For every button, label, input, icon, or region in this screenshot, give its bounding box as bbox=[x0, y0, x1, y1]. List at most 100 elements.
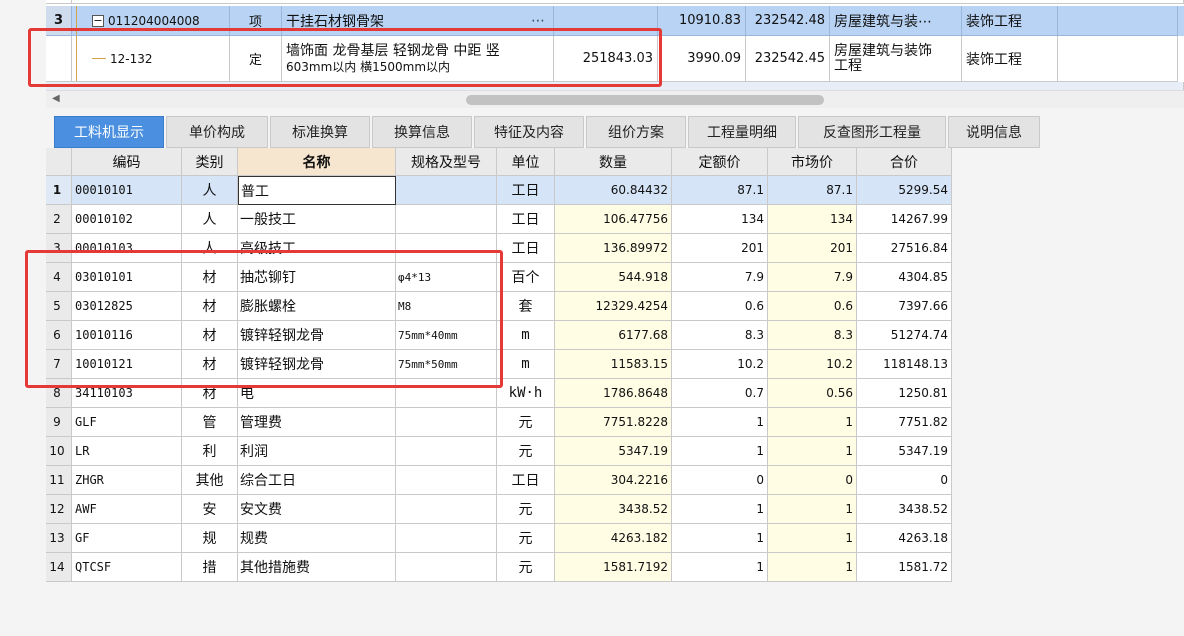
unit-cell[interactable]: 元 bbox=[497, 524, 555, 553]
code-cell[interactable]: 34110103 bbox=[72, 379, 182, 408]
spec-cell[interactable]: φ4*13 bbox=[396, 263, 497, 292]
name-cell[interactable]: 综合工日 bbox=[238, 466, 396, 495]
name-cell[interactable]: 电 bbox=[238, 379, 396, 408]
quantity-cell[interactable]: 136.89972 bbox=[555, 234, 672, 263]
category-cell[interactable]: 材 bbox=[182, 350, 238, 379]
table-row[interactable]: 2 00010102 人一般技工 工日 106.47756 134 134 14267.99 bbox=[46, 205, 952, 234]
header-market-price[interactable]: 市场价 bbox=[768, 148, 857, 176]
market-price-cell[interactable]: 1 bbox=[768, 408, 857, 437]
unit-cell[interactable]: 套 bbox=[497, 292, 555, 321]
code-cell[interactable]: GF bbox=[72, 524, 182, 553]
table-row[interactable]: 14 QTCSF 措其他措施费元 1581.7192 1 1 1581.72 bbox=[46, 553, 952, 582]
quantity-cell[interactable]: 6177.68 bbox=[555, 321, 672, 350]
spec-cell[interactable] bbox=[396, 437, 497, 466]
table-row[interactable]: 6 10010116 材镀锌轻钢龙骨 75mm*40mm m 6177.68 8.3 8.3 5… bbox=[46, 321, 952, 350]
total-cell[interactable]: 1250.81 bbox=[857, 379, 952, 408]
name-cell[interactable]: 膨胀螺栓 bbox=[238, 292, 396, 321]
table-row[interactable]: 3 00010103 人高级技工 工日 136.89972 201 201 27516.84 bbox=[46, 234, 952, 263]
market-price-cell[interactable]: 1 bbox=[768, 553, 857, 582]
market-price-cell[interactable]: 8.3 bbox=[768, 321, 857, 350]
ellipsis-icon[interactable]: ⋯ bbox=[531, 13, 553, 29]
quantity-cell[interactable]: 304.2216 bbox=[555, 466, 672, 495]
category-cell[interactable]: 措 bbox=[182, 553, 238, 582]
category-cell[interactable]: 材 bbox=[182, 292, 238, 321]
category-cell[interactable]: 材 bbox=[182, 379, 238, 408]
name-cell[interactable]: 普工 bbox=[238, 176, 396, 205]
header-unit[interactable]: 单位 bbox=[497, 148, 555, 176]
market-price-cell[interactable]: 10.2 bbox=[768, 350, 857, 379]
quantity-cell[interactable]: 544.918 bbox=[555, 263, 672, 292]
spec-cell[interactable] bbox=[396, 553, 497, 582]
unit-cell[interactable]: 百个 bbox=[497, 263, 555, 292]
code-cell[interactable]: 10010121 bbox=[72, 350, 182, 379]
name-cell[interactable]: 抽芯铆钉 bbox=[238, 263, 396, 292]
category-cell[interactable]: 人 bbox=[182, 205, 238, 234]
horizontal-scrollbar[interactable]: ◀ bbox=[46, 90, 1184, 108]
header-code[interactable]: 编码 bbox=[72, 148, 182, 176]
quantity-cell[interactable]: 12329.4254 bbox=[555, 292, 672, 321]
name-cell[interactable]: 规费 bbox=[238, 524, 396, 553]
name-cell[interactable]: 镀锌轻钢龙骨 bbox=[238, 350, 396, 379]
tab-labor-material-machine[interactable]: 工料机显示 bbox=[54, 116, 164, 148]
quota-price-cell[interactable]: 1 bbox=[672, 408, 768, 437]
category-cell[interactable]: 人 bbox=[182, 176, 238, 205]
code-cell[interactable]: 03010101 bbox=[72, 263, 182, 292]
quota-price-cell[interactable]: 8.3 bbox=[672, 321, 768, 350]
tab-reverse-lookup[interactable]: 反查图形工程量 bbox=[798, 116, 946, 148]
name-cell[interactable]: 安文费 bbox=[238, 495, 396, 524]
header-quota-price[interactable]: 定额价 bbox=[672, 148, 768, 176]
market-price-cell[interactable]: 0.6 bbox=[768, 292, 857, 321]
unit-cell[interactable]: kW·h bbox=[497, 379, 555, 408]
table-row[interactable]: 7 10010121 材镀锌轻钢龙骨 75mm*50mm m 11583.15 10.2 10… bbox=[46, 350, 952, 379]
quantity-cell[interactable]: 106.47756 bbox=[555, 205, 672, 234]
quota-price-cell[interactable]: 1 bbox=[672, 437, 768, 466]
table-row[interactable]: 10 LR 利利润元 5347.19 1 1 5347.19 bbox=[46, 437, 952, 466]
unit-cell[interactable]: 工日 bbox=[497, 466, 555, 495]
code-cell[interactable]: 00010102 bbox=[72, 205, 182, 234]
spec-cell[interactable]: 75mm*40mm bbox=[396, 321, 497, 350]
category-cell[interactable]: 规 bbox=[182, 524, 238, 553]
table-row[interactable]: 11 ZHGR 其他 综合工日 工日 304.2216 0 0 0 bbox=[46, 466, 952, 495]
total-cell[interactable]: 118148.13 bbox=[857, 350, 952, 379]
code-cell[interactable]: GLF bbox=[72, 408, 182, 437]
total-cell[interactable]: 27516.84 bbox=[857, 234, 952, 263]
code-cell[interactable]: LR bbox=[72, 437, 182, 466]
table-row[interactable]: 5 03012825 材膨胀螺栓 M8 套 12329.4254 0.6 0.6 7397.66 bbox=[46, 292, 952, 321]
quota-price-cell[interactable]: 0.7 bbox=[672, 379, 768, 408]
header-total[interactable]: 合价 bbox=[857, 148, 952, 176]
category-cell[interactable]: 利 bbox=[182, 437, 238, 466]
header-name[interactable]: 名称 bbox=[238, 148, 396, 176]
unit-cell[interactable]: 工日 bbox=[497, 234, 555, 263]
unit-cell[interactable]: 元 bbox=[497, 495, 555, 524]
unit-cell[interactable]: 元 bbox=[497, 553, 555, 582]
tab-unit-price-composition[interactable]: 单价构成 bbox=[166, 116, 268, 148]
table-row[interactable]: 1 00010101 人普工 工日 60.84432 87.1 87.1 5299.54 bbox=[46, 176, 952, 205]
spec-cell[interactable] bbox=[396, 466, 497, 495]
tab-standard-conversion[interactable]: 标准换算 bbox=[270, 116, 370, 148]
spec-cell[interactable] bbox=[396, 379, 497, 408]
market-price-cell[interactable]: 1 bbox=[768, 524, 857, 553]
tab-description[interactable]: 说明信息 bbox=[948, 116, 1040, 148]
category-cell[interactable]: 材 bbox=[182, 321, 238, 350]
market-price-cell[interactable]: 1 bbox=[768, 495, 857, 524]
market-price-cell[interactable]: 201 bbox=[768, 234, 857, 263]
code-cell[interactable]: 10010116 bbox=[72, 321, 182, 350]
total-cell[interactable]: 4304.85 bbox=[857, 263, 952, 292]
market-price-cell[interactable]: 134 bbox=[768, 205, 857, 234]
name-cell[interactable]: 高级技工 bbox=[238, 234, 396, 263]
tab-quantity-detail[interactable]: 工程量明细 bbox=[688, 116, 796, 148]
tab-pricing-scheme[interactable]: 组价方案 bbox=[586, 116, 686, 148]
code-cell[interactable]: QTCSF bbox=[72, 553, 182, 582]
table-row[interactable]: 8 34110103 材电 kW·h 1786.8648 0.7 0.56 1250.81 bbox=[46, 379, 952, 408]
tab-features-content[interactable]: 特征及内容 bbox=[474, 116, 584, 148]
quota-price-cell[interactable]: 1 bbox=[672, 495, 768, 524]
table-row[interactable]: 12-132 定 墙饰面 龙骨基层 轻钢龙骨 中距 竖 603mm以内 横150… bbox=[46, 36, 1184, 82]
quantity-cell[interactable]: 4263.182 bbox=[555, 524, 672, 553]
arrow-left-icon[interactable]: ◀ bbox=[52, 93, 60, 104]
total-cell[interactable]: 14267.99 bbox=[857, 205, 952, 234]
table-row[interactable]: 4 03010101 材抽芯铆钉 φ4*13 百个 544.918 7.9 7.9 4304.8… bbox=[46, 263, 952, 292]
quota-price-cell[interactable]: 10.2 bbox=[672, 350, 768, 379]
quantity-cell[interactable]: 11583.15 bbox=[555, 350, 672, 379]
quota-price-cell[interactable]: 1 bbox=[672, 524, 768, 553]
unit-cell[interactable]: 工日 bbox=[497, 205, 555, 234]
